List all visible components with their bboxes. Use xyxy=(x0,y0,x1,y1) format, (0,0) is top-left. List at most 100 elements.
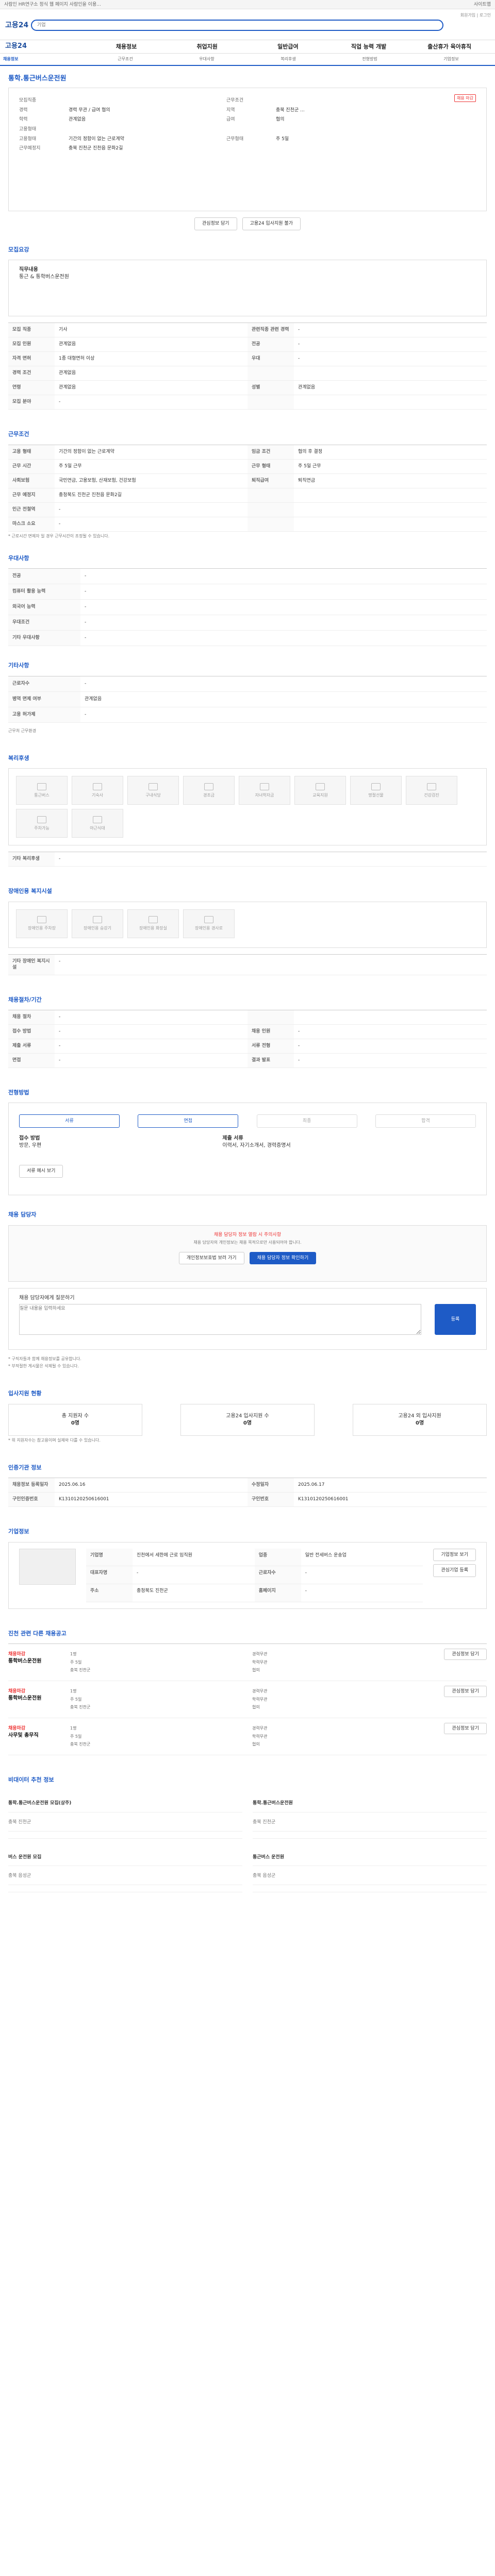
facility-icon xyxy=(204,783,213,790)
inquiry-textarea[interactable] xyxy=(19,1303,421,1335)
apply-button[interactable]: 고용24 입사지원 불가 xyxy=(242,217,301,230)
field-value: 관계없음 xyxy=(55,366,248,381)
search-input[interactable] xyxy=(37,21,429,30)
field-value: - xyxy=(55,1054,248,1069)
field-value: 협의 후 결정 xyxy=(294,445,487,460)
info-item: 주 5일 xyxy=(70,1697,82,1702)
company-fav-button[interactable]: 관심기업 등록 xyxy=(433,1564,476,1577)
send-button[interactable]: 등록 xyxy=(435,1303,476,1335)
nav-item[interactable]: 직업 능력 개발 xyxy=(328,43,409,50)
summary-value: 경력 무관 / 급여 협의 xyxy=(69,107,110,113)
field-label xyxy=(248,517,294,532)
facility-label: 경조금 xyxy=(203,792,215,798)
other-table: 근로자수 - 병역 면제 여부 관계없음 고용 허가제 - xyxy=(8,675,487,723)
job-action: 관심정보 담기 xyxy=(430,1685,487,1710)
recruit-table: 모집 직종 기사 관련직종 관련 경력 - 모집 인원 관계없음 전공 - 자격 면허 1종 대형… xyxy=(8,323,487,410)
field-label: 채용 절차 xyxy=(8,1010,55,1025)
field-label: 서류 전형 xyxy=(248,1039,294,1054)
summary-label xyxy=(226,126,273,133)
info-item: 경력무관 xyxy=(252,1688,268,1693)
field-row: 외국어 능력 - xyxy=(8,600,487,616)
tab[interactable]: 근무조건 xyxy=(85,56,166,62)
field-label: 전공 xyxy=(8,569,80,584)
screen-box: 서류 면접 최종 합격 접수 방법 방문, 우편 서류 예시 보기 제출 서류 이력서… xyxy=(8,1103,487,1196)
summary-label: 모집직종 xyxy=(19,98,37,104)
facility-card: 교육지원 xyxy=(294,776,346,805)
summary-label: 지역 xyxy=(226,107,235,113)
field-value: 국민연금, 고용보험, 산재보험, 건강보험 xyxy=(55,474,248,488)
recommend-item[interactable]: 통근버스 운전원 충북 음성군 xyxy=(253,1844,487,1892)
site-logo[interactable]: 고용24 xyxy=(5,21,28,31)
job-info: 1명 경력무관 주 5일 학력무관 충북 진천군 협의 xyxy=(70,1725,430,1748)
field-value: 기간의 정함이 없는 근로계약 xyxy=(55,445,248,460)
summary-label: 근무형태 xyxy=(226,136,244,142)
facility-card: 통근버스 xyxy=(16,776,68,805)
nav-item[interactable]: 일반급여 xyxy=(248,43,328,50)
banner-right[interactable]: 사이트맵 xyxy=(474,2,491,7)
prefs-heading: 우대사항 xyxy=(8,554,29,562)
tab[interactable]: 기업정보 xyxy=(410,56,492,62)
info-item: 주 5일 xyxy=(70,1734,82,1739)
facility-label: 야근식대 xyxy=(90,825,105,831)
facility-card: 기숙사 xyxy=(72,776,123,805)
summary-value xyxy=(69,97,223,104)
step: 면접 xyxy=(138,1114,239,1128)
info-item: 경력무관 xyxy=(252,1725,268,1731)
field-value: - xyxy=(85,589,87,595)
info-item: 학력무관 xyxy=(252,1734,268,1739)
job-name[interactable]: 통학버스운전원 xyxy=(8,1695,70,1702)
job-title-col: 채용마감 통학버스운전원 xyxy=(8,1688,70,1710)
recommend-item[interactable]: 통학.통근버스운전원 모집(상주) 충북 진천군 xyxy=(8,1790,242,1839)
summary-row: 고용형태 xyxy=(19,126,476,133)
contact-reveal-button[interactable]: 채용 담당자 정보 확인하기 xyxy=(249,1251,317,1265)
field-label: 근무 예정지 xyxy=(8,488,55,503)
job-action: 관심정보 담기 xyxy=(430,1648,487,1673)
tab[interactable]: 복리후생 xyxy=(248,56,329,62)
doc-value: 이력서, 자기소개서, 경력증명서 xyxy=(222,1143,291,1149)
field-label xyxy=(248,502,294,517)
facility-label: 장애인용 경사로 xyxy=(194,925,223,930)
field-value: 관계없음 xyxy=(55,337,248,352)
tab[interactable]: 우대사항 xyxy=(166,56,248,62)
field-label: 퇴직급여 xyxy=(248,473,294,488)
field-row: 전공 - xyxy=(8,569,487,585)
welfare-grid: 통근버스 기숙사 구내식당 경조금 자녀학자금 교육지원 명절선물 건강검진 주차가능 야근식대 xyxy=(8,768,487,846)
field-label: 구인번호 xyxy=(248,1493,294,1507)
disabled-etc-value: - xyxy=(55,955,487,975)
field-label: 우대조건 xyxy=(8,615,80,631)
nav-item[interactable]: 출산휴가 육아휴직 xyxy=(409,43,490,50)
facility-card: 야근식대 xyxy=(72,809,123,838)
tab[interactable]: 전형방법 xyxy=(329,56,410,62)
job-name[interactable]: 통학버스운전원 xyxy=(8,1658,70,1665)
nav-item[interactable]: 채용정보 xyxy=(86,43,167,50)
info-item: 1명 xyxy=(70,1651,77,1656)
save-button[interactable]: 관심정보 담기 xyxy=(194,217,237,230)
recommend-item[interactable]: 통학.통근버스운전원 충북 진천군 xyxy=(253,1790,487,1839)
facility-label: 자녀학자금 xyxy=(255,792,274,798)
sample-button[interactable]: 서류 예시 보기 xyxy=(19,1165,63,1178)
other-note: 근무처 근무환경 xyxy=(8,728,37,733)
save-job-button[interactable]: 관심정보 담기 xyxy=(444,1648,487,1660)
field-value: 주 5일 근무 xyxy=(55,460,248,474)
field-value: - xyxy=(55,1039,248,1054)
save-job-button[interactable]: 관심정보 담기 xyxy=(444,1685,487,1697)
save-job-button[interactable]: 관심정보 담기 xyxy=(444,1722,487,1734)
field-label: 기타 우대사항 xyxy=(8,631,80,646)
job-name[interactable]: 사무및 총무직 xyxy=(8,1732,70,1739)
field-label xyxy=(248,488,294,503)
field-value xyxy=(294,517,487,532)
nav-item[interactable]: 취업지원 xyxy=(167,43,248,50)
contact-heading: 채용 담당자 xyxy=(8,1211,37,1218)
header-links[interactable]: 회원가입 | 로그인 xyxy=(460,12,491,18)
summary-value: 기간의 정함이 없는 근로계약 xyxy=(69,136,124,142)
nav-item[interactable]: 고용24 xyxy=(5,42,86,51)
process-table: 채용 절차 - 접수 방법 - 채용 인원 - 제출 서류 - 서류 전형 - 면접 - 결과 발표 - xyxy=(8,1010,487,1069)
company-info-button[interactable]: 기업정보 보기 xyxy=(433,1548,476,1562)
facility-card: 주차가능 xyxy=(16,809,68,838)
facility-label: 명절선물 xyxy=(368,792,384,798)
tab[interactable]: 채용정보 xyxy=(3,56,85,62)
privacy-law-button[interactable]: 개인정보보호법 보러 가기 xyxy=(178,1251,244,1265)
field-value: - xyxy=(85,635,87,641)
recommend-item[interactable]: 버스 운전원 모집 충북 음성군 xyxy=(8,1844,242,1892)
field-label: 모집 분야 xyxy=(8,395,55,410)
